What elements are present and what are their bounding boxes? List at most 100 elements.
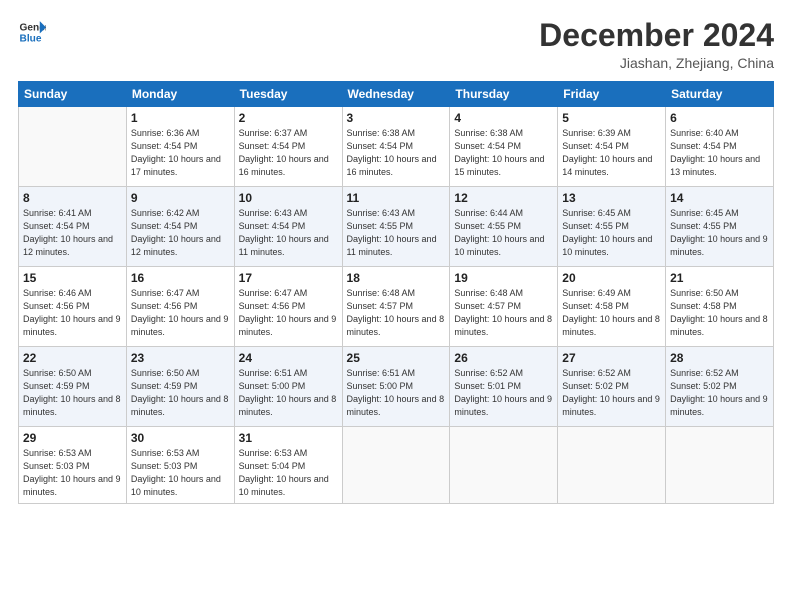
- day-info: Sunrise: 6:49 AM Sunset: 4:58 PM Dayligh…: [562, 287, 661, 339]
- table-row: 4 Sunrise: 6:38 AM Sunset: 4:54 PM Daylig…: [450, 107, 558, 187]
- table-row: 5Sunrise: 6:39 AM Sunset: 4:54 PM Daylig…: [558, 107, 666, 187]
- day-info: Sunrise: 6:38 AM Sunset: 4:54 PM Dayligh…: [454, 127, 553, 179]
- day-info: Sunrise: 6:44 AM Sunset: 4:55 PM Dayligh…: [454, 207, 553, 259]
- table-row: 10 Sunrise: 6:43 AM Sunset: 4:54 PM Dayli…: [234, 187, 342, 267]
- day-number: 11: [347, 191, 446, 205]
- day-number: 14: [670, 191, 769, 205]
- day-number: 9: [131, 191, 230, 205]
- month-title: December 2024: [539, 18, 774, 53]
- col-saturday: Saturday: [666, 82, 774, 107]
- table-row: [342, 427, 450, 504]
- day-number: 4: [454, 111, 553, 125]
- day-number: 12: [454, 191, 553, 205]
- table-row: 9 Sunrise: 6:42 AM Sunset: 4:54 PM Daylig…: [126, 187, 234, 267]
- day-info: Sunrise: 6:53 AM Sunset: 5:04 PM Dayligh…: [239, 447, 338, 499]
- day-info: Sunrise: 6:43 AM Sunset: 4:54 PM Dayligh…: [239, 207, 338, 259]
- table-row: 18 Sunrise: 6:48 AM Sunset: 4:57 PM Dayli…: [342, 267, 450, 347]
- table-row: 12 Sunrise: 6:44 AM Sunset: 4:55 PM Dayli…: [450, 187, 558, 267]
- day-info: Sunrise: 6:51 AM Sunset: 5:00 PM Dayligh…: [239, 367, 338, 419]
- table-row: 1 Sunrise: 6:36 AM Sunset: 4:54 PM Daylig…: [126, 107, 234, 187]
- day-info: Sunrise: 6:39 AM Sunset: 4:54 PM Dayligh…: [562, 127, 661, 179]
- svg-text:Blue: Blue: [20, 33, 42, 44]
- table-row: 16 Sunrise: 6:47 AM Sunset: 4:56 PM Dayli…: [126, 267, 234, 347]
- day-number: 2: [239, 111, 338, 125]
- table-row: 28 Sunrise: 6:52 AM Sunset: 5:02 PM Dayli…: [666, 347, 774, 427]
- day-info: Sunrise: 6:48 AM Sunset: 4:57 PM Dayligh…: [454, 287, 553, 339]
- logo-icon: General Blue: [18, 18, 46, 46]
- col-thursday: Thursday: [450, 82, 558, 107]
- table-row: 17 Sunrise: 6:47 AM Sunset: 4:56 PM Dayli…: [234, 267, 342, 347]
- table-row: 2 Sunrise: 6:37 AM Sunset: 4:54 PM Daylig…: [234, 107, 342, 187]
- day-number: 29: [23, 431, 122, 445]
- day-info: Sunrise: 6:42 AM Sunset: 4:54 PM Dayligh…: [131, 207, 230, 259]
- day-info: Sunrise: 6:40 AM Sunset: 4:54 PM Dayligh…: [670, 127, 769, 179]
- table-row: [666, 427, 774, 504]
- day-number: 23: [131, 351, 230, 365]
- day-number: 15: [23, 271, 122, 285]
- day-number: 25: [347, 351, 446, 365]
- day-info: Sunrise: 6:52 AM Sunset: 5:02 PM Dayligh…: [670, 367, 769, 419]
- table-row: 13 Sunrise: 6:45 AM Sunset: 4:55 PM Dayli…: [558, 187, 666, 267]
- table-row: 15 Sunrise: 6:46 AM Sunset: 4:56 PM Dayli…: [19, 267, 127, 347]
- table-row: 24Sunrise: 6:51 AM Sunset: 5:00 PM Dayli…: [234, 347, 342, 427]
- day-number: 30: [131, 431, 230, 445]
- day-info: Sunrise: 6:48 AM Sunset: 4:57 PM Dayligh…: [347, 287, 446, 339]
- table-row: 6Sunrise: 6:40 AM Sunset: 4:54 PM Daylig…: [666, 107, 774, 187]
- day-number: 10: [239, 191, 338, 205]
- day-info: Sunrise: 6:51 AM Sunset: 5:00 PM Dayligh…: [347, 367, 446, 419]
- table-row: 3 Sunrise: 6:38 AM Sunset: 4:54 PM Daylig…: [342, 107, 450, 187]
- header: General Blue December 2024 Jiashan, Zhej…: [18, 18, 774, 71]
- day-info: Sunrise: 6:52 AM Sunset: 5:02 PM Dayligh…: [562, 367, 661, 419]
- table-row: 22Sunrise: 6:50 AM Sunset: 4:59 PM Dayli…: [19, 347, 127, 427]
- day-number: 20: [562, 271, 661, 285]
- table-row: 14 Sunrise: 6:45 AM Sunset: 4:55 PM Dayli…: [666, 187, 774, 267]
- table-row: [558, 427, 666, 504]
- day-number: 8: [23, 191, 122, 205]
- day-info: Sunrise: 6:46 AM Sunset: 4:56 PM Dayligh…: [23, 287, 122, 339]
- day-number: 13: [562, 191, 661, 205]
- table-row: 11 Sunrise: 6:43 AM Sunset: 4:55 PM Dayli…: [342, 187, 450, 267]
- day-number: 1: [131, 111, 230, 125]
- day-info: Sunrise: 6:45 AM Sunset: 4:55 PM Dayligh…: [562, 207, 661, 259]
- table-row: 21 Sunrise: 6:50 AM Sunset: 4:58 PM Dayli…: [666, 267, 774, 347]
- table-row: 20 Sunrise: 6:49 AM Sunset: 4:58 PM Dayli…: [558, 267, 666, 347]
- day-info: Sunrise: 6:45 AM Sunset: 4:55 PM Dayligh…: [670, 207, 769, 259]
- day-info: Sunrise: 6:47 AM Sunset: 4:56 PM Dayligh…: [131, 287, 230, 339]
- table-row: 25 Sunrise: 6:51 AM Sunset: 5:00 PM Dayli…: [342, 347, 450, 427]
- table-row: [19, 107, 127, 187]
- day-info: Sunrise: 6:50 AM Sunset: 4:58 PM Dayligh…: [670, 287, 769, 339]
- day-number: 26: [454, 351, 553, 365]
- col-tuesday: Tuesday: [234, 82, 342, 107]
- day-info: Sunrise: 6:47 AM Sunset: 4:56 PM Dayligh…: [239, 287, 338, 339]
- page-container: General Blue December 2024 Jiashan, Zhej…: [0, 0, 792, 514]
- day-number: 17: [239, 271, 338, 285]
- day-info: Sunrise: 6:53 AM Sunset: 5:03 PM Dayligh…: [131, 447, 230, 499]
- calendar-table: Sunday Monday Tuesday Wednesday Thursday…: [18, 81, 774, 504]
- day-number: 16: [131, 271, 230, 285]
- day-number: 28: [670, 351, 769, 365]
- col-wednesday: Wednesday: [342, 82, 450, 107]
- day-info: Sunrise: 6:38 AM Sunset: 4:54 PM Dayligh…: [347, 127, 446, 179]
- day-info: Sunrise: 6:43 AM Sunset: 4:55 PM Dayligh…: [347, 207, 446, 259]
- col-friday: Friday: [558, 82, 666, 107]
- table-row: 30 Sunrise: 6:53 AM Sunset: 5:03 PM Dayli…: [126, 427, 234, 504]
- table-row: 8 Sunrise: 6:41 AM Sunset: 4:54 PM Daylig…: [19, 187, 127, 267]
- day-info: Sunrise: 6:37 AM Sunset: 4:54 PM Dayligh…: [239, 127, 338, 179]
- day-info: Sunrise: 6:50 AM Sunset: 4:59 PM Dayligh…: [131, 367, 230, 419]
- day-number: 21: [670, 271, 769, 285]
- day-number: 18: [347, 271, 446, 285]
- table-row: [450, 427, 558, 504]
- table-row: 27Sunrise: 6:52 AM Sunset: 5:02 PM Dayli…: [558, 347, 666, 427]
- logo: General Blue: [18, 18, 46, 46]
- title-block: December 2024 Jiashan, Zhejiang, China: [539, 18, 774, 71]
- day-info: Sunrise: 6:41 AM Sunset: 4:54 PM Dayligh…: [23, 207, 122, 259]
- day-number: 3: [347, 111, 446, 125]
- col-monday: Monday: [126, 82, 234, 107]
- day-info: Sunrise: 6:50 AM Sunset: 4:59 PM Dayligh…: [23, 367, 122, 419]
- table-row: 29Sunrise: 6:53 AM Sunset: 5:03 PM Dayli…: [19, 427, 127, 504]
- calendar-body: 1 Sunrise: 6:36 AM Sunset: 4:54 PM Daylig…: [19, 107, 774, 504]
- day-info: Sunrise: 6:36 AM Sunset: 4:54 PM Dayligh…: [131, 127, 230, 179]
- table-row: 19 Sunrise: 6:48 AM Sunset: 4:57 PM Dayli…: [450, 267, 558, 347]
- day-number: 19: [454, 271, 553, 285]
- calendar-header-row: Sunday Monday Tuesday Wednesday Thursday…: [19, 82, 774, 107]
